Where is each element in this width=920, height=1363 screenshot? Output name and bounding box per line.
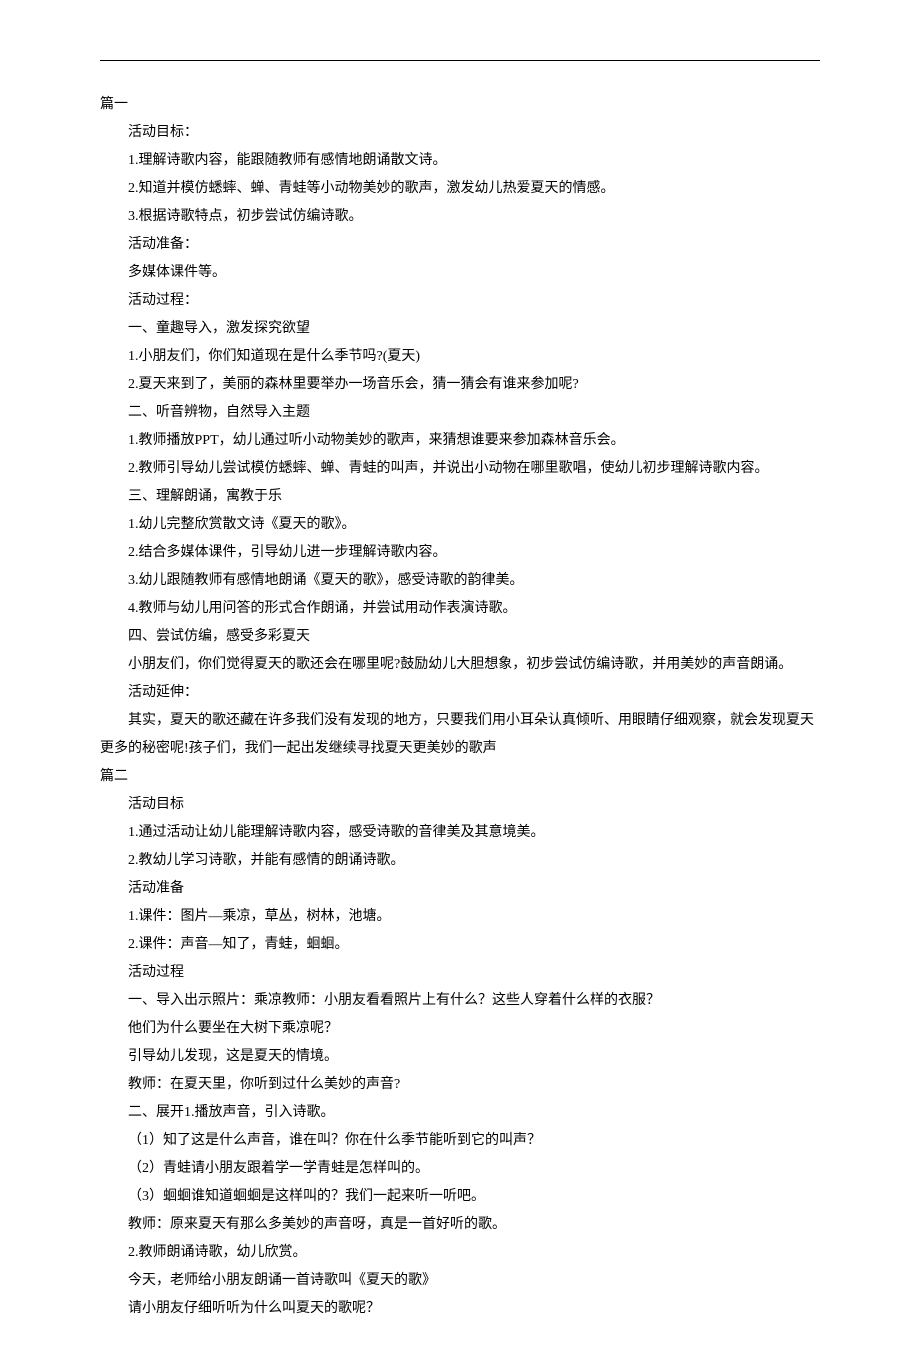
paragraph: 2.课件：声音—知了，青蛙，蛔蛔。 xyxy=(100,931,820,959)
paragraph: 三、理解朗诵，寓教于乐 xyxy=(100,483,820,511)
paragraph: 活动目标： xyxy=(100,119,820,147)
paragraph: （2）青蛙请小朋友跟着学一学青蛙是怎样叫的。 xyxy=(100,1155,820,1183)
section-title: 篇一 xyxy=(100,91,820,119)
paragraph: 引导幼儿发现，这是夏天的情境。 xyxy=(100,1043,820,1071)
paragraph: 1.课件：图片—乘凉，草丛，树林，池塘。 xyxy=(100,903,820,931)
paragraph: 小朋友们，你们觉得夏天的歌还会在哪里呢?鼓励幼儿大胆想象，初步尝试仿编诗歌，并用… xyxy=(100,651,820,679)
paragraph: 活动过程 xyxy=(100,959,820,987)
paragraph: （3）蛔蛔谁知道蛔蛔是这样叫的？我们一起来听一听吧。 xyxy=(100,1183,820,1211)
paragraph: 二、听音辨物，自然导入主题 xyxy=(100,399,820,427)
paragraph: 二、展开1.播放声音，引入诗歌。 xyxy=(100,1099,820,1127)
paragraph: 他们为什么要坐在大树下乘凉呢？ xyxy=(100,1015,820,1043)
paragraph: 活动目标 xyxy=(100,791,820,819)
section-title: 篇二 xyxy=(100,763,820,791)
paragraph: 一、童趣导入，激发探究欲望 xyxy=(100,315,820,343)
paragraph: 3.根据诗歌特点，初步尝试仿编诗歌。 xyxy=(100,203,820,231)
paragraph: 活动过程： xyxy=(100,287,820,315)
paragraph: 请小朋友仔细听听为什么叫夏天的歌呢？ xyxy=(100,1295,820,1323)
paragraph: 1.小朋友们，你们知道现在是什么季节吗?(夏天) xyxy=(100,343,820,371)
paragraph-flush: 其实，夏天的歌还藏在许多我们没有发现的地方，只要我们用小耳朵认真倾听、用眼睛仔细… xyxy=(100,707,820,763)
paragraph: 1.理解诗歌内容，能跟随教师有感情地朗诵散文诗。 xyxy=(100,147,820,175)
document-content: 篇一活动目标：1.理解诗歌内容，能跟随教师有感情地朗诵散文诗。2.知道并模仿蟋蟀… xyxy=(100,91,820,1323)
paragraph: 2.结合多媒体课件，引导幼儿进一步理解诗歌内容。 xyxy=(100,539,820,567)
paragraph: 2.夏天来到了，美丽的森林里要举办一场音乐会，猜一猜会有谁来参加呢? xyxy=(100,371,820,399)
paragraph: 2.知道并模仿蟋蟀、蝉、青蛙等小动物美妙的歌声，激发幼儿热爱夏天的情感。 xyxy=(100,175,820,203)
paragraph: 1.幼儿完整欣赏散文诗《夏天的歌》。 xyxy=(100,511,820,539)
paragraph: 今天，老师给小朋友朗诵一首诗歌叫《夏天的歌》 xyxy=(100,1267,820,1295)
paragraph: 教师：原来夏天有那么多美妙的声音呀，真是一首好听的歌。 xyxy=(100,1211,820,1239)
paragraph: 2.教幼儿学习诗歌，并能有感情的朗诵诗歌。 xyxy=(100,847,820,875)
paragraph: 2.教师引导幼儿尝试模仿蟋蟀、蝉、青蛙的叫声，并说出小动物在哪里歌唱，使幼儿初步… xyxy=(100,455,820,483)
paragraph: 1.教师播放PPT，幼儿通过听小动物美妙的歌声，来猜想谁要来参加森林音乐会。 xyxy=(100,427,820,455)
paragraph: 多媒体课件等。 xyxy=(100,259,820,287)
paragraph: 一、导入出示照片：乘凉教师：小朋友看看照片上有什么？这些人穿着什么样的衣服？ xyxy=(100,987,820,1015)
top-divider xyxy=(100,60,820,61)
paragraph: 2.教师朗诵诗歌，幼儿欣赏。 xyxy=(100,1239,820,1267)
paragraph: 活动准备： xyxy=(100,231,820,259)
paragraph: 活动准备 xyxy=(100,875,820,903)
paragraph: （1）知了这是什么声音，谁在叫？你在什么季节能听到它的叫声？ xyxy=(100,1127,820,1155)
paragraph: 教师：在夏天里，你听到过什么美妙的声音? xyxy=(100,1071,820,1099)
paragraph: 4.教师与幼儿用问答的形式合作朗诵，并尝试用动作表演诗歌。 xyxy=(100,595,820,623)
paragraph: 3.幼儿跟随教师有感情地朗诵《夏天的歌》，感受诗歌的韵律美。 xyxy=(100,567,820,595)
paragraph: 四、尝试仿编，感受多彩夏天 xyxy=(100,623,820,651)
paragraph: 1.通过活动让幼儿能理解诗歌内容，感受诗歌的音律美及其意境美。 xyxy=(100,819,820,847)
paragraph: 活动延伸： xyxy=(100,679,820,707)
